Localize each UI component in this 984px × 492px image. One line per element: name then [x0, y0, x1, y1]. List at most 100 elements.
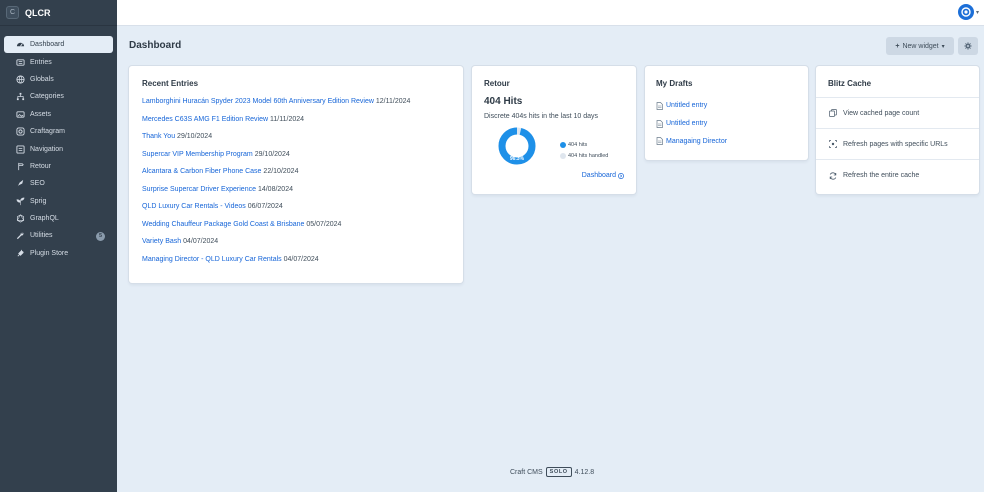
hits-donut-chart: 96.3%: [498, 127, 536, 165]
nav-item-entries[interactable]: Entries: [4, 53, 113, 70]
list-item: QLD Luxury Car Rentals - Videos 06/07/20…: [142, 202, 450, 220]
user-logo-icon: [961, 7, 971, 17]
draft-link[interactable]: Untitled entry: [666, 102, 707, 109]
page-title: Dashboard: [129, 40, 182, 51]
nav-item-categories[interactable]: Categories: [4, 88, 113, 105]
chevron-down-icon: ▾: [941, 43, 945, 50]
gauge-icon: [15, 40, 25, 50]
hits-heading: 404 Hits: [484, 96, 523, 107]
navigation-icon: [15, 144, 25, 154]
nav-item-navigation[interactable]: Navigation: [4, 140, 113, 157]
entry-link[interactable]: Wedding Chauffeur Package Gold Coast & B…: [142, 221, 304, 228]
graphql-icon: [15, 214, 25, 224]
entry-link[interactable]: Thank You: [142, 133, 175, 140]
nav-item-dashboard[interactable]: Dashboard: [4, 36, 113, 54]
nav-item-globals[interactable]: Globals: [4, 71, 113, 88]
newspaper-icon: [15, 57, 25, 67]
retour-dashboard-label: Dashboard: [581, 172, 616, 179]
legend-item[interactable]: 404 hits handled: [560, 150, 608, 161]
list-item: Untitled entry: [656, 97, 797, 115]
entry-link[interactable]: Managing Director - QLD Luxury Car Renta…: [142, 256, 282, 263]
nav-label: Entries: [30, 58, 52, 66]
product-name: Craft CMS: [510, 468, 543, 476]
image-icon: [15, 109, 25, 119]
list-item: Mercedes C63S AMG F1 Edition Review 11/1…: [142, 115, 450, 133]
main-nav: Dashboard Entries Globals Categories Ass…: [0, 26, 117, 262]
entry-link[interactable]: QLD Luxury Car Rentals - Videos: [142, 203, 246, 210]
blitz-action-label: Refresh pages with specific URLs: [843, 140, 948, 148]
nav-label: Dashboard: [30, 41, 65, 49]
hits-subtitle: Discrete 404s hits in the last 10 days: [484, 113, 599, 120]
user-menu-button[interactable]: ▾: [957, 4, 979, 20]
global-header: ▾: [117, 0, 984, 26]
legend-item[interactable]: 404 hits: [560, 139, 608, 150]
entry-link[interactable]: Lamborghini Huracán Spyder 2023 Model 60…: [142, 98, 374, 105]
nav-label: Retour: [30, 162, 52, 170]
document-icon: [656, 119, 663, 128]
legend-label: 404 hits handled: [568, 152, 609, 159]
sidebar: C QLCR Dashboard Entries Globals Categor…: [0, 0, 117, 492]
edition-badge[interactable]: SOLO: [545, 467, 572, 477]
nav-item-craftagram[interactable]: Craftagram: [4, 123, 113, 140]
nav-item-sprig[interactable]: Sprig: [4, 193, 113, 210]
retour-dashboard-link[interactable]: Dashboard: [582, 172, 624, 179]
nav-label: Assets: [30, 110, 52, 118]
nav-label: Craftagram: [30, 128, 66, 136]
nav-label: GraphQL: [30, 215, 59, 223]
document-icon: [656, 101, 663, 110]
arrow-circle-icon: [618, 172, 624, 179]
nav-label: Plugin Store: [30, 249, 69, 257]
nav-item-assets[interactable]: Assets: [4, 106, 113, 123]
version-number: 4.12.8: [574, 468, 595, 476]
entry-link[interactable]: Alcantara & Carbon Fiber Phone Case: [142, 168, 261, 175]
instagram-icon: [15, 127, 25, 137]
entry-date: 29/10/2024: [254, 150, 290, 158]
donut-percent-label: 96.3%: [510, 156, 525, 162]
entry-link[interactable]: Variety Bash: [142, 238, 181, 245]
list-item: Managing Director - QLD Luxury Car Renta…: [142, 255, 450, 273]
footer: Craft CMS SOLO 4.12.8: [510, 467, 594, 477]
widget-title: Blitz Cache: [816, 66, 979, 98]
refresh-specific-urls-button[interactable]: Refresh pages with specific URLs: [816, 129, 979, 160]
list-item: Alcantara & Carbon Fiber Phone Case 22/1…: [142, 167, 450, 185]
scan-icon: [829, 140, 837, 148]
nav-item-plugin-store[interactable]: Plugin Store: [4, 245, 113, 262]
entry-date: 12/11/2024: [375, 98, 411, 105]
site-name: QLCR: [25, 7, 51, 18]
site-logo: C: [6, 6, 19, 19]
nav-item-utilities[interactable]: Utilities 5: [4, 227, 113, 244]
list-item: Surprise Supercar Driver Experience 14/0…: [142, 185, 450, 203]
entry-link[interactable]: Mercedes C63S AMG F1 Edition Review: [142, 116, 268, 123]
document-icon: [656, 137, 663, 146]
entry-link[interactable]: Supercar VIP Membership Program: [142, 151, 253, 158]
new-widget-label: New widget: [902, 42, 939, 50]
entry-date: 06/07/2024: [247, 203, 283, 210]
signpost-icon: [15, 161, 25, 171]
entry-date: 05/07/2024: [306, 220, 342, 228]
widget-title: My Drafts: [656, 79, 693, 88]
nav-item-graphql[interactable]: GraphQL: [4, 210, 113, 227]
sitemap-icon: [15, 92, 25, 102]
nav-item-retour[interactable]: Retour: [4, 158, 113, 175]
nav-item-seo[interactable]: SEO: [4, 175, 113, 192]
recent-entries-list: Lamborghini Huracán Spyder 2023 Model 60…: [142, 97, 450, 272]
entry-link[interactable]: Surprise Supercar Driver Experience: [142, 186, 256, 193]
nav-label: Navigation: [30, 145, 64, 153]
retour-widget: Retour 404 Hits Discrete 404s hits in th…: [472, 66, 636, 194]
recent-entries-widget: Recent Entries Lamborghini Huracán Spyde…: [129, 66, 463, 283]
entry-date: 04/07/2024: [283, 255, 319, 263]
list-item: Thank You 29/10/2024: [142, 132, 450, 150]
entry-date: 11/11/2024: [270, 115, 305, 123]
draft-link[interactable]: Untitled entry: [666, 120, 707, 127]
blitz-action-label: Refresh the entire cache: [843, 172, 920, 179]
nav-label: SEO: [30, 180, 45, 188]
new-widget-button[interactable]: + New widget ▾: [886, 37, 954, 55]
site-switcher[interactable]: C QLCR: [0, 0, 117, 26]
settings-button[interactable]: [958, 37, 978, 55]
draft-link[interactable]: Managaing Director: [666, 138, 727, 145]
refresh-entire-cache-button[interactable]: Refresh the entire cache: [816, 160, 979, 191]
view-cached-page-count-button[interactable]: View cached page count: [816, 98, 979, 129]
legend-label: 404 hits: [568, 141, 588, 148]
refresh-icon: [829, 171, 837, 180]
list-item: Untitled entry: [656, 115, 797, 133]
